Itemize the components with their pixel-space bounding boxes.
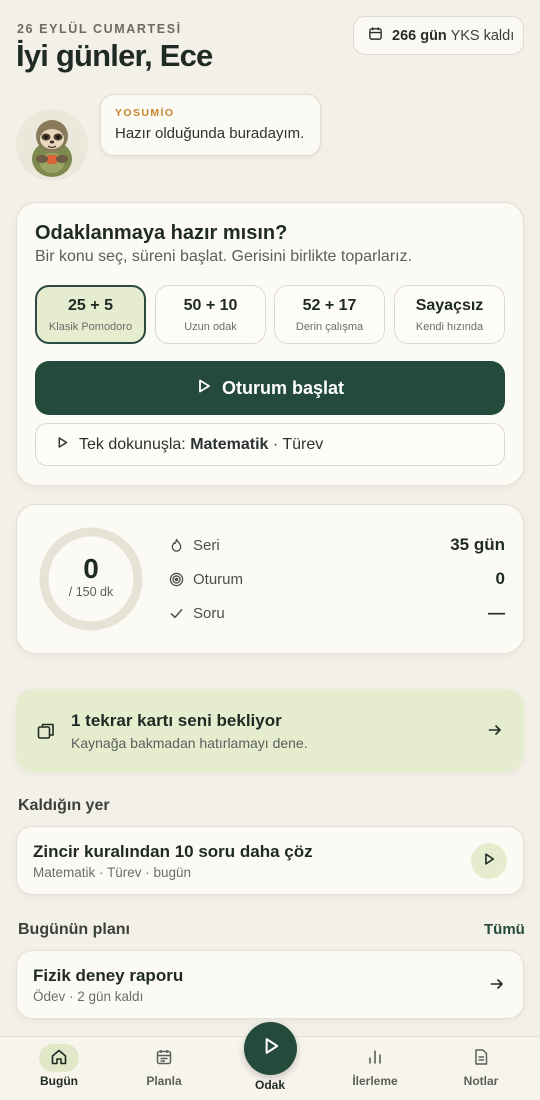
target-icon xyxy=(167,570,185,588)
mascot-speech-bubble: YOSUMİO Hazır olduğunda buradayım. xyxy=(100,94,321,156)
greeting-title: İyi günler, Ece xyxy=(16,38,213,73)
quick-topic: · Türev xyxy=(272,435,324,453)
mode-deep-work[interactable]: 52 + 17 Derin çalışma xyxy=(274,285,385,344)
stat-value: 0 xyxy=(495,569,505,588)
resume-section-label: Kaldığın yer xyxy=(18,797,110,814)
quick-start-button[interactable]: Tek dokunuşla: Matematik · Türev xyxy=(35,423,505,466)
check-icon xyxy=(167,604,185,622)
countdown-value: 266 gün xyxy=(392,27,447,44)
stat-row-questions: Soru — xyxy=(167,601,505,625)
mascot-name: YOSUMİO xyxy=(115,107,175,119)
nav-label: İlerleme xyxy=(352,1074,398,1088)
play-icon xyxy=(261,1036,281,1061)
mode-long-focus[interactable]: 50 + 10 Uzun odak xyxy=(155,285,266,344)
review-title: 1 tekrar kartı seni bekliyor xyxy=(71,711,282,730)
see-all-link[interactable]: Tümü xyxy=(484,921,525,938)
home-icon xyxy=(50,1048,68,1069)
resume-subtitle: Matematik · Türev · bugün xyxy=(33,865,192,880)
cards-icon xyxy=(36,721,56,746)
plan-section-label: Bugünün planı xyxy=(18,921,130,938)
nav-item-progress[interactable]: İlerleme xyxy=(330,1044,420,1092)
calendar-icon xyxy=(368,26,383,45)
nav-item-notes[interactable]: Notlar xyxy=(436,1044,526,1092)
note-icon xyxy=(472,1048,490,1069)
focus-title: Odaklanmaya hazır mısın? xyxy=(35,222,288,244)
nav-label: Planla xyxy=(146,1074,182,1088)
mode-title: Sayaçsız xyxy=(415,296,484,314)
minutes-done: 0 xyxy=(83,553,99,584)
play-icon xyxy=(482,852,496,871)
start-session-button[interactable]: Oturum başlat xyxy=(35,361,505,415)
minutes-goal: / 150 dk xyxy=(68,585,114,599)
plan-subtitle: Ödev · 2 gün kaldı xyxy=(33,989,144,1004)
calendar-icon xyxy=(155,1048,173,1069)
mode-untimed[interactable]: Sayaçsız Kendi hızında xyxy=(394,285,505,344)
mode-classic-pomodoro[interactable]: 25 + 5 Klasik Pomodoro xyxy=(35,285,146,344)
arrow-right-icon xyxy=(489,976,505,997)
stat-value: — xyxy=(488,603,505,622)
plan-title: Fizik deney raporu xyxy=(33,966,184,985)
mode-title: 25 + 5 xyxy=(68,296,113,314)
start-session-label: Oturum başlat xyxy=(221,377,345,398)
quick-subject: Matematik xyxy=(190,435,269,453)
arrow-right-icon xyxy=(487,722,503,743)
resume-title: Zincir kuralından 10 soru daha çöz xyxy=(33,842,313,861)
mode-subtitle: Uzun odak xyxy=(184,320,237,333)
play-icon xyxy=(56,436,69,454)
nav-label: Odak xyxy=(254,1078,285,1092)
focus-subtitle: Bir konu seç, süreni başlat. Gerisini bi… xyxy=(35,248,413,265)
nav-label: Bugün xyxy=(40,1074,78,1088)
sloth-mascot-avatar[interactable] xyxy=(16,109,88,181)
quick-prefix: Tek dokunuşla: xyxy=(79,435,186,453)
mode-subtitle: Derin çalışma xyxy=(295,320,364,333)
stat-label: Oturum xyxy=(193,570,244,588)
stat-value: 35 gün xyxy=(450,535,505,554)
nav-item-plan[interactable]: Planla xyxy=(119,1044,209,1092)
nav-item-focus[interactable] xyxy=(244,1022,297,1075)
mascot-message: Hazır olduğunda buradayım. xyxy=(115,125,305,142)
review-subtitle: Kaynağa bakmadan hatırlamayı dene. xyxy=(71,735,308,751)
exam-countdown-badge[interactable]: 266 gün YKS kaldı xyxy=(353,16,524,55)
play-icon xyxy=(196,378,212,399)
mode-subtitle: Kendi hızında xyxy=(415,320,484,333)
date-label: 26 EYLÜL CUMARTESİ xyxy=(17,22,182,36)
nav-label: Notlar xyxy=(463,1074,499,1088)
mode-title: 52 + 17 xyxy=(302,296,357,314)
stat-row-sessions: Oturum 0 xyxy=(167,567,505,591)
resume-play-button[interactable] xyxy=(471,843,507,879)
nav-item-today[interactable]: Bugün xyxy=(14,1044,104,1092)
stat-row-streak: Seri 35 gün xyxy=(167,533,505,557)
flame-icon xyxy=(167,536,185,554)
countdown-suffix: YKS kaldı xyxy=(450,27,515,44)
mode-title: 50 + 10 xyxy=(183,296,238,314)
stat-label: Soru xyxy=(193,604,225,622)
bar-chart-icon xyxy=(366,1048,384,1069)
stat-label: Seri xyxy=(193,536,220,554)
mode-subtitle: Klasik Pomodoro xyxy=(48,320,133,333)
